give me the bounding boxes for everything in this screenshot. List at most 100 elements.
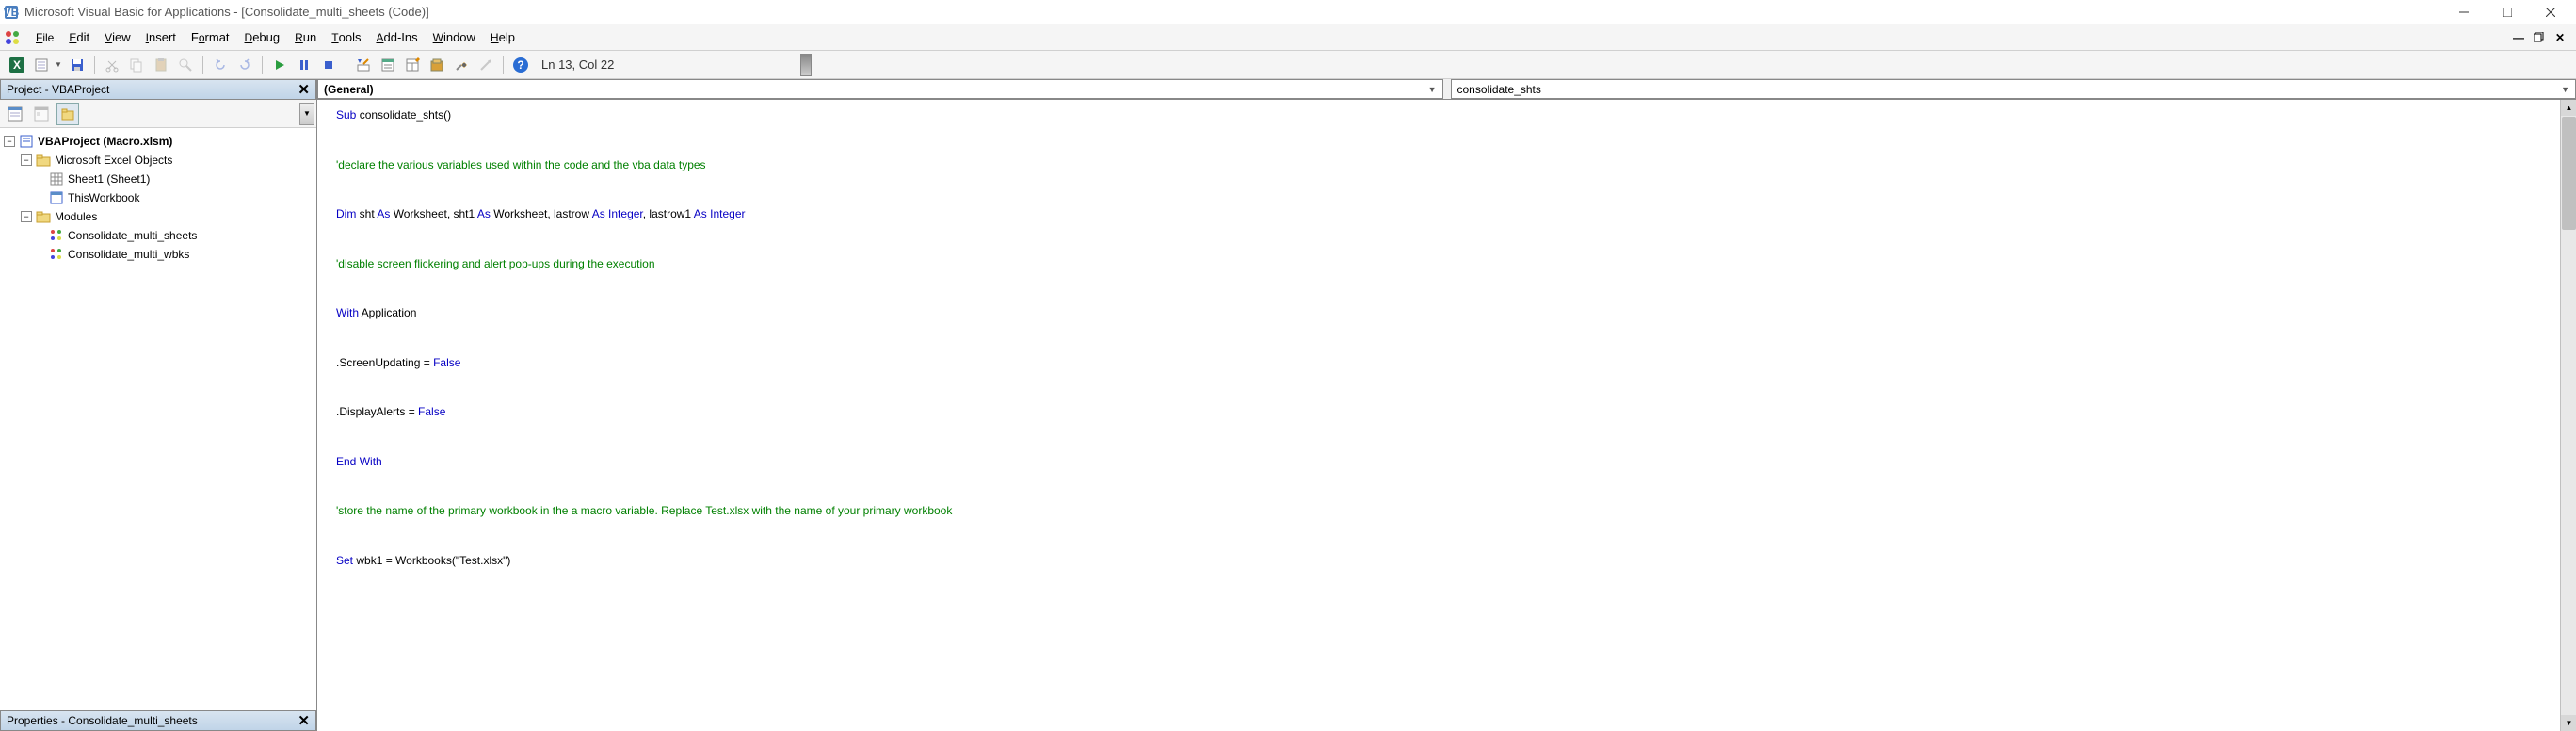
tree-label: Consolidate_multi_wbks: [68, 248, 189, 261]
collapse-icon[interactable]: −: [21, 211, 32, 222]
properties-pane-title: Properties - Consolidate_multi_sheets: [7, 714, 198, 727]
separator: [262, 56, 263, 74]
tree-module-1[interactable]: Consolidate_multi_sheets: [4, 226, 313, 245]
toolbar: X ▼ ? Ln 13, Col 22: [0, 51, 2576, 79]
object-browser-button[interactable]: [426, 54, 448, 76]
minimize-button[interactable]: [2442, 0, 2486, 24]
code-pane: (General) ▼ consolidate_shts ▼ Sub conso…: [316, 79, 2576, 731]
view-object-button[interactable]: [30, 103, 53, 125]
tree-project-root[interactable]: − VBAProject (Macro.xlsm): [4, 132, 313, 151]
svg-text:VB: VB: [4, 6, 19, 19]
cut-button[interactable]: [101, 54, 123, 76]
toolbar-overflow[interactable]: [800, 54, 812, 76]
worksheet-icon: [49, 171, 64, 187]
svg-text:?: ?: [517, 58, 523, 72]
module-icon: [49, 228, 64, 243]
design-mode-button[interactable]: [352, 54, 375, 76]
properties-pane-header: Properties - Consolidate_multi_sheets ✕: [0, 710, 316, 731]
copy-button[interactable]: [125, 54, 148, 76]
tree-label: ThisWorkbook: [68, 191, 139, 204]
tab-order-button[interactable]: [475, 54, 497, 76]
svg-text:X: X: [13, 58, 21, 72]
close-button[interactable]: [2529, 0, 2572, 24]
break-button[interactable]: [293, 54, 315, 76]
project-tree[interactable]: − VBAProject (Macro.xlsm) − Microsoft Ex…: [0, 128, 316, 710]
insert-module-button[interactable]: [30, 54, 53, 76]
properties-pane-close[interactable]: ✕: [298, 712, 310, 729]
help-button[interactable]: ?: [509, 54, 532, 76]
tree-label: Microsoft Excel Objects: [55, 154, 172, 167]
run-button[interactable]: [268, 54, 291, 76]
separator: [94, 56, 95, 74]
tree-folder-modules[interactable]: − Modules: [4, 207, 313, 226]
separator: [202, 56, 203, 74]
menubar: File Edit View Insert Format Debug Run T…: [0, 24, 2576, 51]
tree-module-2[interactable]: Consolidate_multi_wbks: [4, 245, 313, 264]
collapse-icon[interactable]: −: [21, 154, 32, 166]
save-button[interactable]: [66, 54, 89, 76]
vba-icon: [4, 29, 21, 46]
window-controls: [2442, 0, 2572, 24]
code-dropdowns: (General) ▼ consolidate_shts ▼: [317, 79, 2576, 100]
tree-folder-objects[interactable]: − Microsoft Excel Objects: [4, 151, 313, 170]
mdi-controls: — ✕: [2510, 29, 2572, 46]
workspace: Project - VBAProject ✕ ▼ − VBAProject (M…: [0, 79, 2576, 731]
project-icon: [19, 134, 34, 149]
menu-tools[interactable]: Tools: [324, 26, 368, 48]
excel-button[interactable]: X: [6, 54, 28, 76]
project-pane-toolbar: ▼: [0, 100, 316, 128]
insert-dropdown[interactable]: ▼: [55, 60, 64, 69]
scroll-up-button[interactable]: ▲: [2561, 100, 2576, 116]
scroll-down-button[interactable]: ▼: [2561, 715, 2576, 731]
menu-edit[interactable]: Edit: [61, 26, 97, 48]
cursor-position: Ln 13, Col 22: [541, 57, 614, 72]
mdi-restore[interactable]: [2531, 29, 2548, 46]
object-dropdown-value: (General): [324, 83, 374, 96]
project-pane-close[interactable]: ✕: [298, 81, 310, 98]
tree-thisworkbook[interactable]: ThisWorkbook: [4, 188, 313, 207]
vertical-scrollbar[interactable]: ▲ ▼: [2560, 100, 2576, 731]
menu-format[interactable]: Format: [184, 26, 237, 48]
mdi-minimize[interactable]: —: [2510, 29, 2527, 46]
reset-button[interactable]: [317, 54, 340, 76]
maximize-button[interactable]: [2486, 0, 2529, 24]
separator: [503, 56, 504, 74]
folder-icon: [36, 209, 51, 224]
redo-button[interactable]: [233, 54, 256, 76]
collapse-icon[interactable]: −: [4, 136, 15, 147]
toggle-folders-button[interactable]: [56, 103, 79, 125]
menu-debug[interactable]: Debug: [237, 26, 288, 48]
chevron-down-icon: ▼: [2561, 85, 2569, 94]
tree-sheet1[interactable]: Sheet1 (Sheet1): [4, 170, 313, 188]
undo-button[interactable]: [209, 54, 232, 76]
chevron-down-icon: ▼: [1428, 85, 1437, 94]
titlebar: VB Microsoft Visual Basic for Applicatio…: [0, 0, 2576, 24]
menu-file[interactable]: File: [28, 26, 61, 48]
properties-button[interactable]: [401, 54, 424, 76]
app-icon: VB: [4, 5, 19, 20]
procedure-dropdown-value: consolidate_shts: [1457, 83, 1541, 96]
menu-addins[interactable]: Add-Ins: [368, 26, 425, 48]
code-editor[interactable]: Sub consolidate_shts() 'declare the vari…: [317, 100, 2576, 731]
procedure-dropdown[interactable]: consolidate_shts ▼: [1451, 79, 2576, 99]
paste-button[interactable]: [150, 54, 172, 76]
view-code-button[interactable]: [4, 103, 26, 125]
find-button[interactable]: [174, 54, 197, 76]
mdi-close[interactable]: ✕: [2552, 29, 2568, 46]
menu-view[interactable]: View: [97, 26, 138, 48]
left-pane: Project - VBAProject ✕ ▼ − VBAProject (M…: [0, 79, 316, 731]
project-explorer-button[interactable]: [377, 54, 399, 76]
pane-scroll-down[interactable]: ▼: [299, 103, 314, 125]
menu-insert[interactable]: Insert: [138, 26, 184, 48]
menu-run[interactable]: Run: [287, 26, 324, 48]
workbook-icon: [49, 190, 64, 205]
menu-help[interactable]: Help: [483, 26, 523, 48]
object-dropdown[interactable]: (General) ▼: [317, 79, 1443, 99]
project-pane-header: Project - VBAProject ✕: [0, 79, 316, 100]
project-pane-title: Project - VBAProject: [7, 83, 109, 96]
menu-window[interactable]: Window: [426, 26, 483, 48]
tree-label: Consolidate_multi_sheets: [68, 229, 197, 242]
toolbox-button[interactable]: [450, 54, 473, 76]
scroll-thumb[interactable]: [2562, 117, 2576, 230]
folder-icon: [36, 153, 51, 168]
